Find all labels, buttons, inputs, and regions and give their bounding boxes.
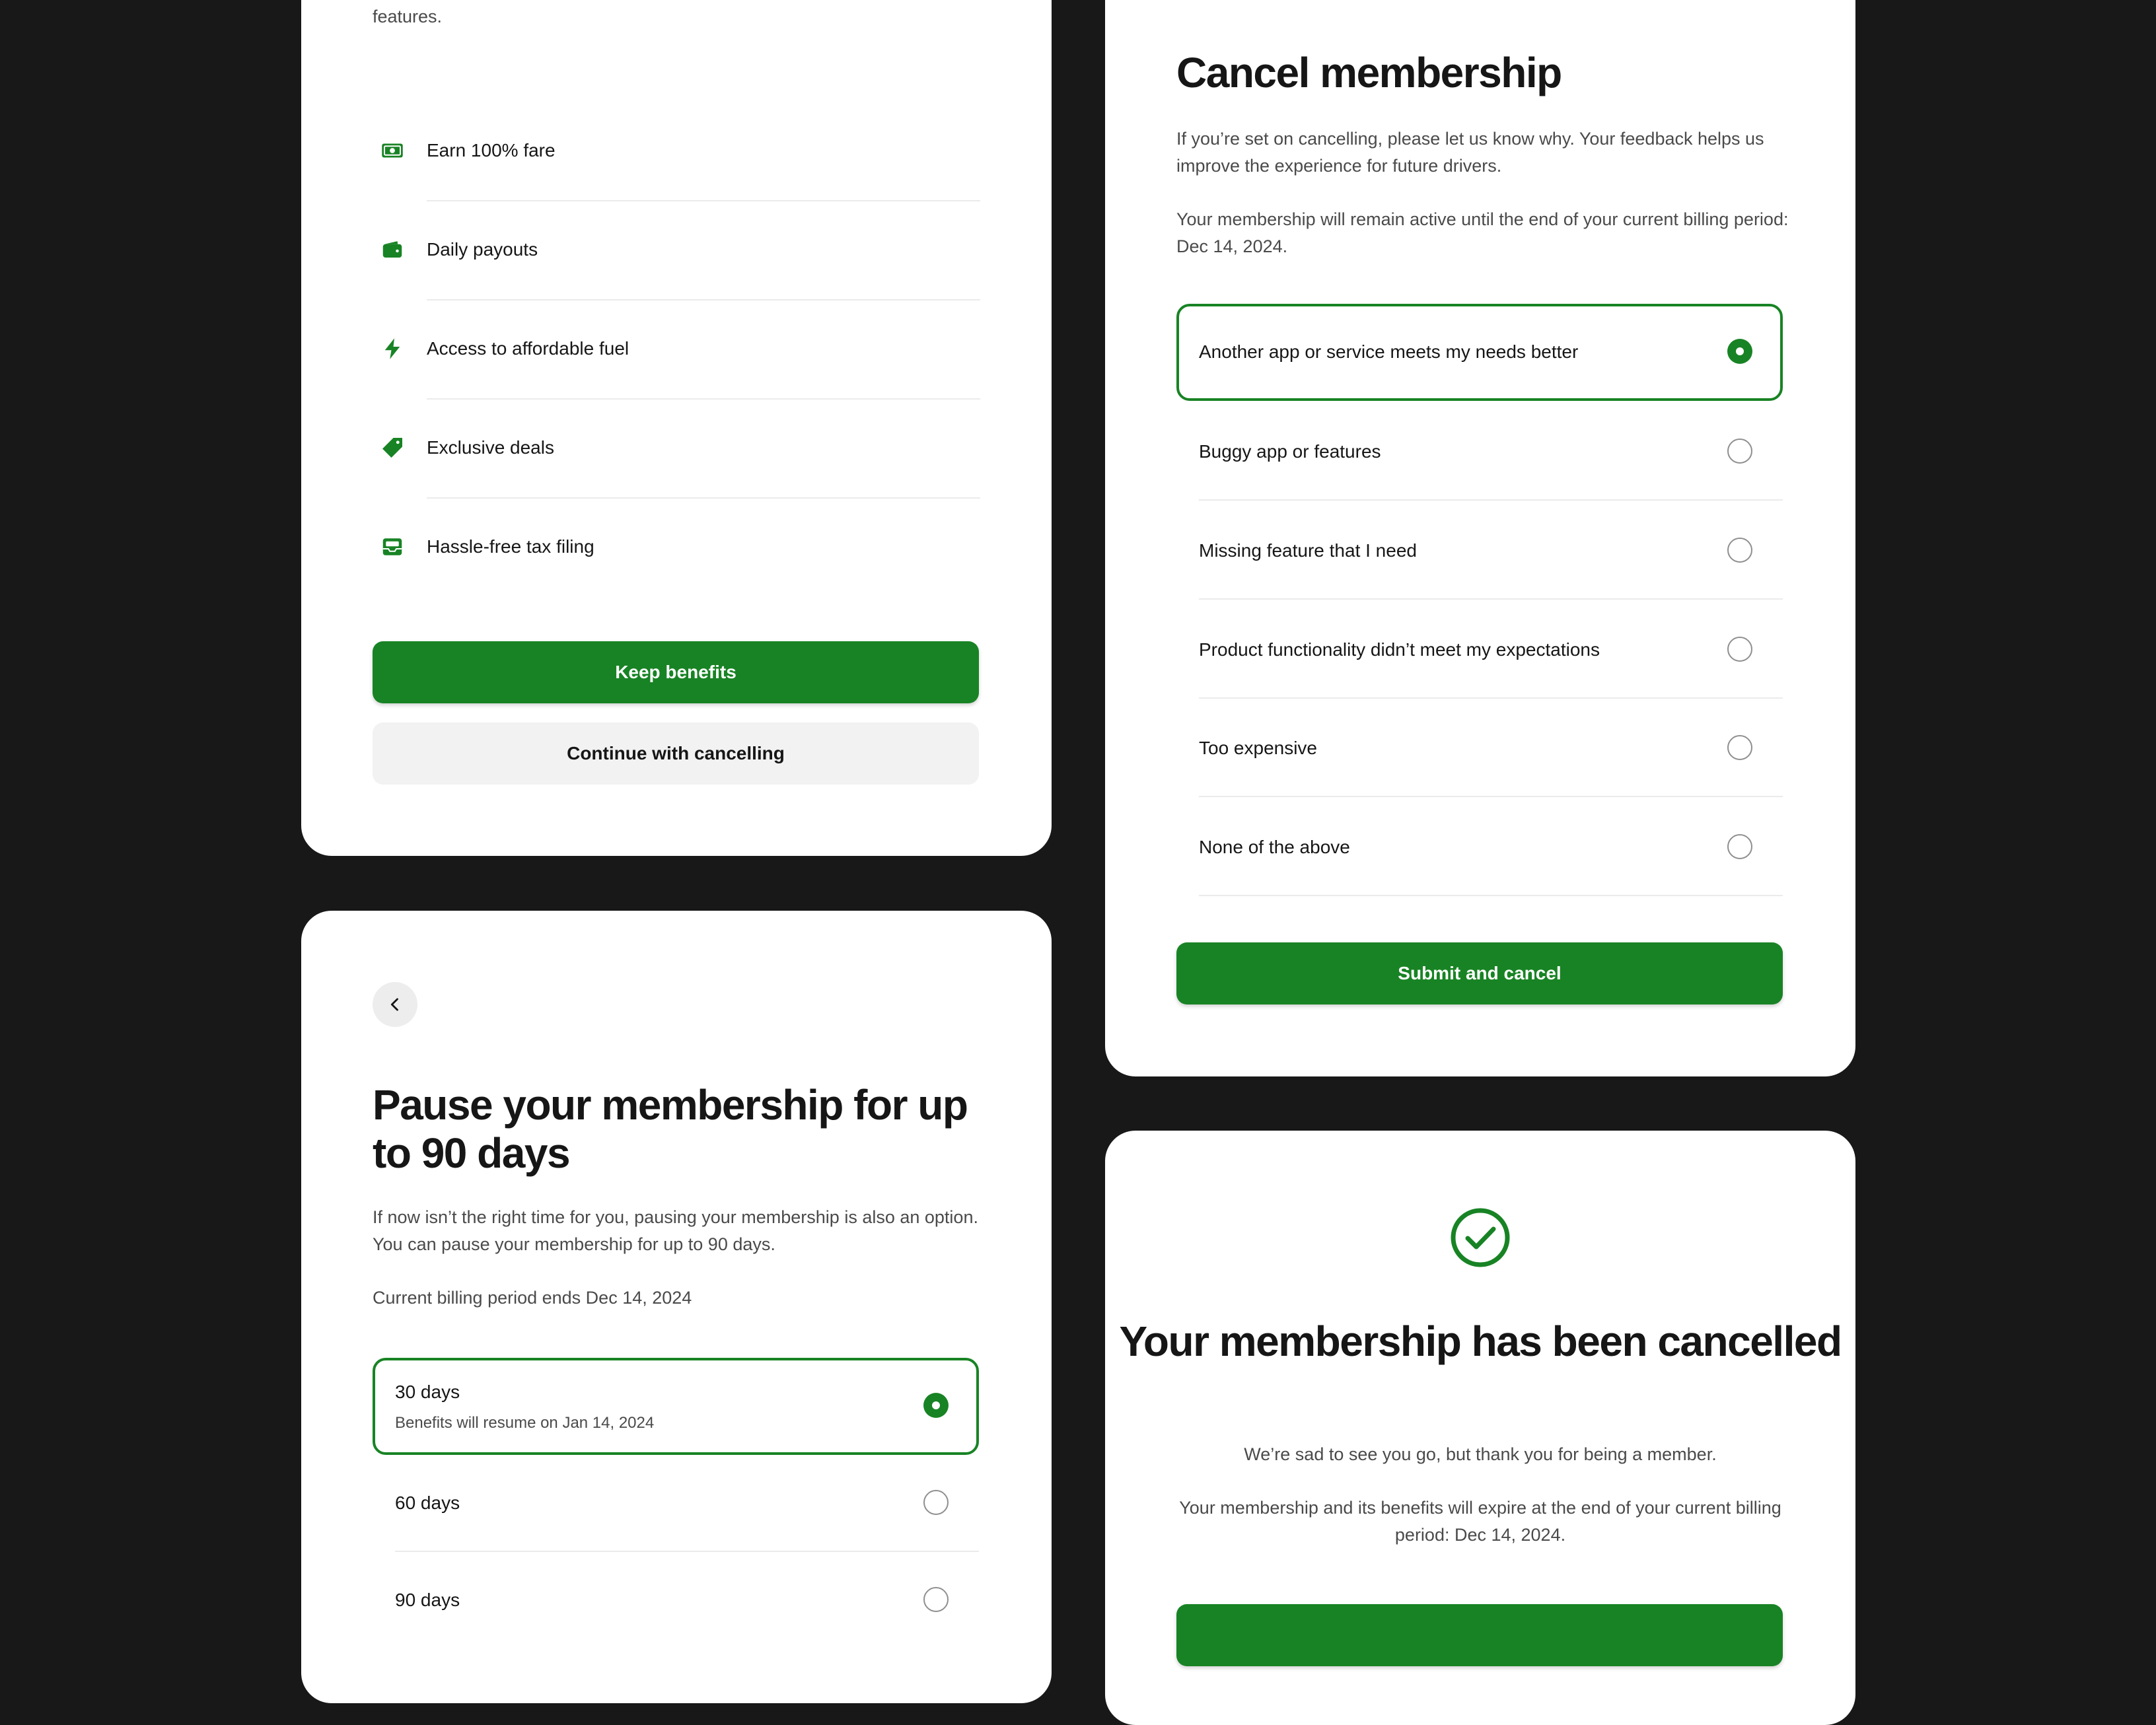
option-label: Buggy app or features [1199,441,1381,462]
cancel-title: Cancel membership [1176,49,1562,96]
cancel-description: If you’re set on cancelling, please let … [1176,129,1764,176]
lightning-icon [384,338,400,359]
pause-option-30-days[interactable]: 30 days Benefits will resume on Jan 14, … [373,1358,979,1455]
option-label: Another app or service meets my needs be… [1199,341,1579,362]
option-label: 90 days [395,1590,460,1610]
active-note: Your membership will remain active until… [1176,209,1789,256]
cancelled-message: We’re sad to see you go, but thank you f… [1244,1444,1717,1464]
back-button[interactable] [373,982,417,1027]
radio-selected[interactable] [923,1393,949,1418]
benefit-item-fare: Earn 100% fare [301,106,1052,205]
radio-unselected[interactable] [1727,735,1752,760]
reason-option-functionality[interactable]: Product functionality didn’t meet my exp… [1176,602,1783,699]
radio-unselected[interactable] [1727,439,1752,464]
option-label: 60 days [395,1493,460,1513]
submit-cancel-button[interactable]: Submit and cancel [1176,942,1783,1004]
benefit-item-deals: Exclusive deals [301,403,1052,502]
keep-benefits-button[interactable]: Keep benefits [373,641,979,703]
benefit-item-tax: Hassle-free tax filing [301,502,1052,601]
benefits-intro-text: features. [373,7,443,26]
benefit-label: Exclusive deals [427,437,554,458]
radio-unselected[interactable] [1727,834,1752,859]
divider [1199,796,1783,797]
billing-note: Current billing period ends Dec 14, 2024 [373,1288,692,1308]
option-label: Product functionality didn’t meet my exp… [1199,639,1600,660]
divider [1199,895,1783,896]
option-label: None of the above [1199,837,1350,857]
cancelled-confirmation-card: Your membership has been cancelled We’re… [1105,1131,1855,1725]
reason-option-buggy[interactable]: Buggy app or features [1176,404,1783,501]
cancel-card: Cancel membership If you’re set on cance… [1105,0,1855,1076]
pause-description: If now isn’t the right time for you, pau… [373,1207,978,1254]
benefit-label: Earn 100% fare [427,140,556,160]
option-label: Missing feature that I need [1199,540,1417,561]
benefit-item-payouts: Daily payouts [301,205,1052,304]
reason-option-none[interactable]: None of the above [1176,799,1783,896]
reason-option-too-expensive[interactable]: Too expensive [1176,700,1783,797]
benefit-label: Hassle-free tax filing [427,536,594,557]
reason-option-another-app[interactable]: Another app or service meets my needs be… [1176,304,1783,401]
benefits-card: features. Earn 100% fare Daily payouts A… [301,0,1052,856]
radio-unselected[interactable] [1727,538,1752,563]
chevron-left-icon [390,998,398,1011]
divider [427,299,980,300]
pause-option-60-days[interactable]: 60 days [373,1455,979,1552]
benefit-label: Daily payouts [427,239,538,260]
cancelled-title: Your membership has been cancelled [1119,1318,1842,1365]
divider [1199,499,1783,501]
done-primary-button[interactable] [1176,1604,1783,1666]
tag-icon [382,438,402,458]
divider [427,200,980,201]
pause-title: Pause your membership for up to 90 days [373,1081,968,1177]
expire-note: Your membership and its benefits will ex… [1179,1498,1781,1545]
check-circle-icon [1451,1208,1510,1267]
divider [427,497,980,499]
divider [1199,697,1783,699]
tax-inbox-icon [382,538,402,555]
radio-selected[interactable] [1727,339,1752,364]
option-label: Too expensive [1199,738,1318,758]
radio-unselected[interactable] [1727,637,1752,662]
continue-cancelling-button[interactable]: Continue with cancelling [373,722,979,785]
pause-card: Pause your membership for up to 90 days … [301,911,1052,1703]
pause-option-90-days[interactable]: 90 days [373,1552,979,1649]
divider [427,398,980,400]
radio-unselected[interactable] [923,1587,949,1612]
money-icon [382,143,403,158]
divider [1199,598,1783,600]
radio-unselected[interactable] [923,1490,949,1515]
benefit-item-fuel: Access to affordable fuel [301,304,1052,403]
wallet-icon [382,241,402,258]
option-label: 30 days [395,1382,460,1402]
reason-option-missing-feature[interactable]: Missing feature that I need [1176,503,1783,600]
benefit-label: Access to affordable fuel [427,338,629,359]
option-sublabel: Benefits will resume on Jan 14, 2024 [395,1414,655,1432]
